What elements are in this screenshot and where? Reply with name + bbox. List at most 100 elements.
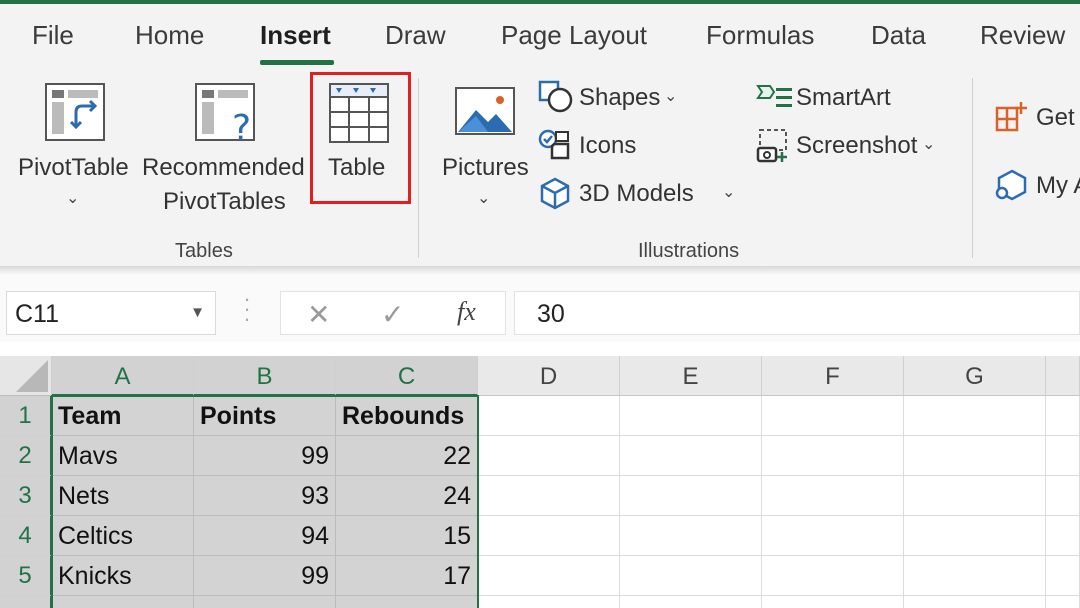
row-header[interactable]: 2	[0, 436, 52, 476]
chevron-down-icon: ⌄	[66, 190, 80, 207]
screenshot-icon	[756, 129, 787, 163]
tab-formulas[interactable]: Formulas	[706, 20, 814, 51]
empty-cell[interactable]	[478, 436, 620, 476]
table-highlight-box	[310, 72, 411, 204]
row-header[interactable]	[0, 596, 52, 608]
cell-c3[interactable]: 24	[336, 476, 478, 516]
row-header[interactable]: 5	[0, 556, 52, 596]
icons-button[interactable]: Icons	[538, 128, 698, 164]
empty-cell[interactable]	[478, 396, 620, 436]
empty-cell[interactable]	[620, 556, 762, 596]
empty-cell[interactable]	[620, 596, 762, 608]
cell-b2[interactable]: 99	[194, 436, 336, 476]
empty-cell[interactable]	[478, 476, 620, 516]
cell-b1[interactable]: Points	[194, 396, 336, 436]
row-header[interactable]: 4	[0, 516, 52, 556]
empty-cell[interactable]	[904, 596, 1046, 608]
column-header-h[interactable]	[1046, 356, 1080, 396]
empty-cell[interactable]	[1046, 476, 1080, 516]
cell-a2[interactable]: Mavs	[52, 436, 194, 476]
empty-cell[interactable]	[904, 556, 1046, 596]
empty-cell[interactable]	[1046, 436, 1080, 476]
cell-a3[interactable]: Nets	[52, 476, 194, 516]
empty-cell[interactable]	[1046, 556, 1080, 596]
column-header-f[interactable]: F	[762, 356, 904, 396]
empty-cell[interactable]	[478, 516, 620, 556]
cell-c6[interactable]	[336, 596, 478, 608]
chevron-down-icon[interactable]: ▼	[190, 304, 205, 321]
empty-cell[interactable]	[762, 396, 904, 436]
empty-cell[interactable]	[904, 396, 1046, 436]
empty-cell[interactable]	[904, 516, 1046, 556]
tab-insert[interactable]: Insert	[260, 20, 331, 51]
insert-function-icon[interactable]: fx	[457, 297, 476, 327]
formula-buttons: ✕ ✓ fx	[280, 291, 506, 335]
select-all-button[interactable]	[0, 356, 52, 396]
empty-cell[interactable]	[478, 556, 620, 596]
tab-file[interactable]: File	[32, 20, 74, 51]
recommended-pivottable-icon: ?	[195, 83, 255, 148]
recommended-pivottables-button[interactable]: ? Recommended PivotTables	[142, 80, 308, 230]
empty-cell[interactable]	[762, 596, 904, 608]
cell-a1[interactable]: Team	[52, 396, 194, 436]
empty-cell[interactable]	[620, 476, 762, 516]
column-header-b[interactable]: B	[194, 356, 336, 396]
my-addins-icon	[995, 169, 1027, 201]
worksheet-grid: A B C D E F G 1 2 3 4 5 Team Points Rebo…	[0, 356, 1080, 608]
pictures-button[interactable]: Pictures ⌄	[436, 84, 532, 214]
pivottable-button[interactable]: PivotTable ⌄	[16, 80, 134, 210]
cell-a5[interactable]: Knicks	[52, 556, 194, 596]
cell-a4[interactable]: Celtics	[52, 516, 194, 556]
3d-models-button[interactable]: 3D Models ⌄	[538, 176, 748, 212]
empty-cell[interactable]	[1046, 596, 1080, 608]
enter-icon[interactable]: ✓	[381, 298, 404, 331]
row-header[interactable]: 1	[0, 396, 52, 436]
tab-draw[interactable]: Draw	[385, 20, 446, 51]
shapes-button[interactable]: Shapes ⌄	[538, 80, 738, 116]
my-addins-button[interactable]: My A	[994, 168, 1080, 204]
vertical-dots-icon[interactable]: · · ·	[242, 288, 252, 330]
cell-b5[interactable]: 99	[194, 556, 336, 596]
empty-cell[interactable]	[762, 436, 904, 476]
row-header[interactable]: 3	[0, 476, 52, 516]
formula-input[interactable]: 30	[514, 291, 1080, 335]
empty-cell[interactable]	[1046, 396, 1080, 436]
cell-b3[interactable]: 93	[194, 476, 336, 516]
tab-review[interactable]: Review	[980, 20, 1065, 51]
column-header-c[interactable]: C	[336, 356, 478, 396]
empty-cell[interactable]	[620, 396, 762, 436]
tab-home[interactable]: Home	[135, 20, 204, 51]
column-header-g[interactable]: G	[904, 356, 1046, 396]
cell-c2[interactable]: 22	[336, 436, 478, 476]
cell-a6[interactable]	[52, 596, 194, 608]
tab-data[interactable]: Data	[871, 20, 926, 51]
empty-cell[interactable]	[904, 436, 1046, 476]
get-addins-button[interactable]: Get	[994, 100, 1080, 136]
empty-cell[interactable]	[620, 516, 762, 556]
empty-cell[interactable]	[620, 436, 762, 476]
cell-c1[interactable]: Rebounds	[336, 396, 478, 436]
column-header-e[interactable]: E	[620, 356, 762, 396]
empty-cell[interactable]	[904, 476, 1046, 516]
cell-b6[interactable]	[194, 596, 336, 608]
column-header-d[interactable]: D	[478, 356, 620, 396]
column-header-a[interactable]: A	[52, 356, 194, 396]
empty-cell[interactable]	[762, 516, 904, 556]
cancel-icon[interactable]: ✕	[307, 298, 330, 331]
empty-cell[interactable]	[478, 596, 620, 608]
cell-b4[interactable]: 94	[194, 516, 336, 556]
cell-c4[interactable]: 15	[336, 516, 478, 556]
chevron-down-icon: ⌄	[477, 190, 491, 207]
name-box[interactable]: C11 ▼	[6, 291, 216, 335]
cell-c5[interactable]: 17	[336, 556, 478, 596]
recommended-label-line2: PivotTables	[163, 188, 286, 215]
screenshot-button[interactable]: Screenshot ⌄	[756, 128, 946, 166]
smartart-button[interactable]: SmartArt	[756, 80, 906, 116]
tab-page-layout[interactable]: Page Layout	[501, 20, 647, 51]
formula-value: 30	[537, 300, 565, 328]
empty-cell[interactable]	[762, 476, 904, 516]
empty-cell[interactable]	[1046, 516, 1080, 556]
shapes-label: Shapes	[579, 84, 661, 111]
empty-cell[interactable]	[762, 556, 904, 596]
recommended-label-line1: Recommended	[142, 154, 305, 181]
